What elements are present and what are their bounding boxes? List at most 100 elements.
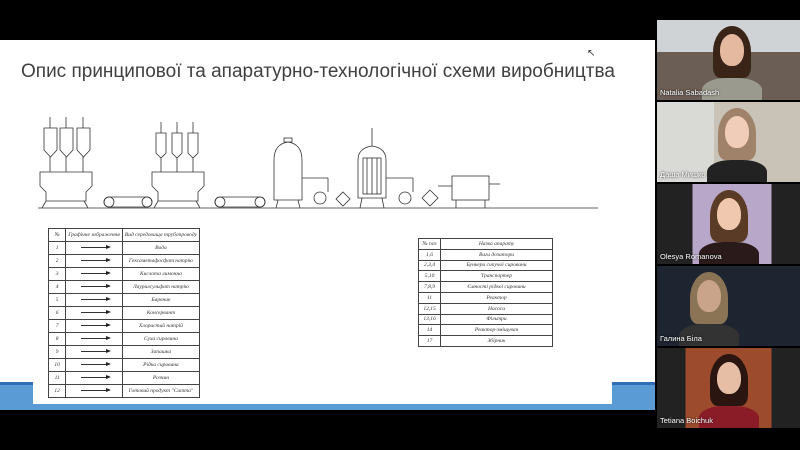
- row-medium: Суха сировина: [121, 332, 201, 346]
- table-row: 13,16 Фільтри: [418, 313, 553, 326]
- arrow-icon: [81, 362, 112, 367]
- row-medium: Консервант: [121, 306, 201, 320]
- avatar: [725, 116, 749, 148]
- header-num: №: [47, 228, 67, 242]
- row-num: 6: [47, 306, 67, 320]
- row-pos: 7,8,9: [418, 281, 441, 293]
- row-num: 2: [47, 254, 67, 268]
- participant-tile[interactable]: Olesya Romanova: [657, 184, 800, 264]
- row-num: 12: [47, 384, 67, 398]
- participant-name: Natalia Sabadash: [660, 88, 720, 97]
- pipeline-symbol: [65, 345, 123, 359]
- row-pos: 14: [418, 324, 441, 337]
- avatar: [720, 34, 744, 66]
- row-apparatus: Транспортер: [440, 270, 553, 283]
- table-row: 6 Консервант: [47, 306, 201, 320]
- pipeline-symbol: [65, 319, 123, 333]
- pipeline-legend-table: № Графічне зображення Вид середовища тру…: [47, 228, 201, 398]
- row-apparatus: Бункери сипучої сировини: [440, 259, 553, 272]
- header-apparatus: Назва апарату: [440, 238, 553, 250]
- arrow-icon: [81, 375, 112, 380]
- row-apparatus: Реактор: [440, 291, 553, 304]
- avatar: [717, 198, 741, 230]
- row-pos: 2,3,4: [418, 259, 441, 272]
- row-pos: 13,16: [418, 313, 441, 326]
- participant-name: Tetiana Boichuk: [660, 416, 713, 425]
- table-row: 3 Кислота лимонна: [47, 267, 201, 281]
- row-apparatus: Ваги дозатори: [440, 248, 553, 261]
- header-medium: Вид середовища трубопроводу: [121, 228, 201, 242]
- row-medium: Готовий продукт "Сатта": [121, 384, 201, 398]
- row-num: 9: [47, 345, 67, 359]
- pipeline-symbol: [65, 332, 123, 346]
- row-apparatus: Фільтри: [440, 313, 553, 326]
- avatar: [697, 280, 721, 312]
- row-pos: 12,15: [418, 302, 441, 315]
- participant-video: [707, 160, 767, 182]
- table-row: 5 Барвник: [47, 293, 201, 307]
- filter-13: [335, 191, 351, 207]
- table-row: 14 Реактор-змішувач: [418, 324, 553, 337]
- row-medium: Розчин: [121, 371, 201, 385]
- row-medium: Лаурилсульфат натрію: [121, 280, 201, 294]
- row-pos: 17: [418, 335, 441, 347]
- table-header-row: № Графічне зображення Вид середовища тру…: [47, 228, 201, 242]
- row-pos: 11: [418, 291, 441, 304]
- arrow-icon: [81, 349, 112, 354]
- arrow-icon: [81, 245, 112, 250]
- participant-tile[interactable]: Natalia Sabadash: [657, 20, 800, 100]
- participant-tile[interactable]: Даша Мишко: [657, 102, 800, 182]
- mixer-reactor-14: [357, 128, 387, 209]
- equipment-legend-table: № поз Назва апарату 1,6 Ваги дозатори 2,3…: [418, 238, 553, 347]
- table-row: 7,8,9 Ємності рідкої сировини: [418, 281, 553, 293]
- row-num: 10: [47, 358, 67, 372]
- row-pos: 1,6: [418, 248, 441, 261]
- table-row: 10 Рідка сировина: [47, 358, 201, 372]
- avatar: [717, 362, 741, 394]
- participant-name: Даша Мишко: [660, 170, 706, 179]
- table-row: 17 Збірник: [418, 335, 553, 347]
- table-row: 5,10 Транспортер: [418, 270, 553, 283]
- participant-name: Галина Біла: [660, 334, 702, 343]
- arrow-icon: [81, 258, 112, 263]
- row-medium: Гексаметафосфат натрію: [121, 254, 201, 268]
- doser-6: [151, 171, 205, 209]
- participant-tile[interactable]: Галина Біла: [657, 266, 800, 346]
- table-header-row: № поз Назва апарату: [418, 238, 553, 250]
- table-row: 12,15 Насоси: [418, 302, 553, 315]
- row-medium: Вода: [121, 241, 201, 255]
- arrow-icon: [81, 310, 112, 315]
- row-num: 7: [47, 319, 67, 333]
- pump-12: [302, 177, 329, 205]
- filter-16: [421, 185, 452, 207]
- conveyor-10: [214, 196, 266, 208]
- row-apparatus: Насоси: [440, 302, 553, 315]
- row-num: 4: [47, 280, 67, 294]
- shared-slide: Опис принципової та апаратурно-технологі…: [0, 40, 655, 410]
- row-num: 11: [47, 371, 67, 385]
- doser-1: [39, 171, 93, 209]
- pump-15: [386, 177, 414, 205]
- pipeline-symbol: [65, 306, 123, 320]
- table-row: 11 Розчин: [47, 371, 201, 385]
- row-apparatus: Ємності рідкої сировини: [440, 281, 553, 293]
- collector-17: [451, 175, 500, 208]
- pipeline-symbol: [65, 267, 123, 281]
- hoppers-2-3-4: [43, 117, 91, 172]
- table-row: 8 Суха сировина: [47, 332, 201, 346]
- pipeline-symbol: [65, 241, 123, 255]
- header-pos: № поз: [418, 238, 441, 250]
- arrow-icon: [81, 323, 112, 328]
- arrow-icon: [81, 271, 112, 276]
- pipeline-symbol: [65, 358, 123, 372]
- arrow-icon: [81, 388, 112, 393]
- row-medium: Запашка: [121, 345, 201, 359]
- row-num: 5: [47, 293, 67, 307]
- participant-name: Olesya Romanova: [660, 252, 722, 261]
- participant-tile[interactable]: Tetiana Boichuk: [657, 348, 800, 428]
- row-medium: Рідка сировина: [121, 358, 201, 372]
- pipeline-symbol: [65, 254, 123, 268]
- table-row: 2,3,4 Бункери сипучої сировини: [418, 259, 553, 272]
- header-graphic: Графічне зображення: [65, 228, 123, 242]
- table-row: 11 Реактор: [418, 291, 553, 304]
